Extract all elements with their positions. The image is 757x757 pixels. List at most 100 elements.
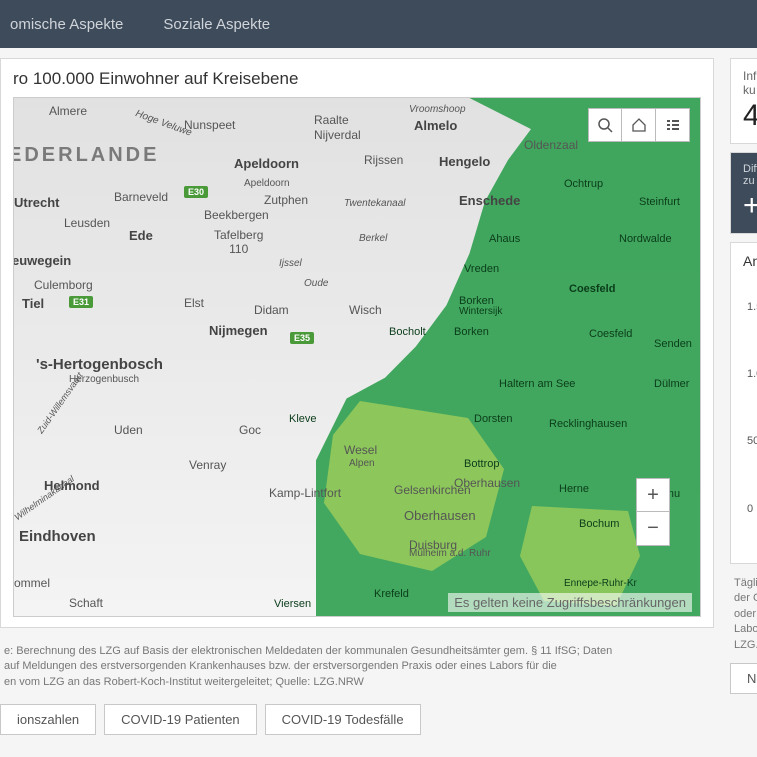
stat-infected-value: 43.0 xyxy=(743,99,757,133)
label-hengelo: Hengelo xyxy=(439,154,490,169)
label-culemborg: Culemborg xyxy=(34,278,93,292)
map-container[interactable]: EDERLANDE Almere Nunspeet Raalte Nijverd… xyxy=(13,97,701,617)
label-vreden: Vreden xyxy=(464,263,499,275)
label-kleve: Kleve xyxy=(289,413,317,425)
label-apeldoorn: Apeldoorn xyxy=(234,156,299,171)
chart-panel: Anzahl d II 1.500 1.000 500 0 Mä xyxy=(730,242,757,564)
nav-item-social[interactable]: Soziale Aspekte xyxy=(163,16,270,33)
road-e30: E30 xyxy=(184,186,208,198)
label-mulheim: Mülheim a.d. Ruhr xyxy=(409,548,491,559)
label-berkel: Berkel xyxy=(359,233,387,244)
label-vroomshoop: Vroomshoop xyxy=(409,104,466,115)
label-raalte: Raalte xyxy=(314,113,349,127)
right-footnote: Tägliche Aktual der Gesundheit oder eine… xyxy=(730,572,757,657)
label-leusden: Leusden xyxy=(64,216,110,230)
ytick-500: 500 xyxy=(747,435,757,447)
label-didam: Didam xyxy=(254,303,289,317)
label-tiel: Tiel xyxy=(22,296,44,311)
country-label: EDERLANDE xyxy=(13,144,159,167)
label-bocholt: Bocholt xyxy=(389,326,426,338)
legend-icon[interactable] xyxy=(656,108,690,142)
label-rijssen: Rijssen xyxy=(364,153,403,167)
label-bottrop: Bottrop xyxy=(464,458,499,470)
zoom-controls: + − xyxy=(636,478,670,546)
label-apeldoorn2: Apeldoorn xyxy=(244,178,290,189)
label-schaft: Schaft xyxy=(69,596,103,610)
stat-diff-value: +14 xyxy=(743,189,757,223)
nav-bar: omische Aspekte Soziale Aspekte xyxy=(0,0,757,48)
ytick-1000: 1.000 xyxy=(747,368,757,380)
road-e31: E31 xyxy=(69,296,93,308)
tab-patients[interactable]: COVID-19 Patienten xyxy=(104,704,257,735)
label-almelo: Almelo xyxy=(414,118,457,133)
label-ijssel: Ijssel xyxy=(279,258,302,269)
label-euwegein: euwegein xyxy=(13,253,71,268)
label-alpen: Alpen xyxy=(349,458,375,469)
ytick-0: 0 xyxy=(747,503,753,515)
stat-diff-label: Differenz zu xyxy=(743,163,757,187)
label-borken2: Borken xyxy=(454,326,489,338)
label-viersen: Viersen xyxy=(274,598,311,610)
label-uden: Uden xyxy=(114,423,143,437)
label-recklinghausen: Recklinghausen xyxy=(549,418,627,430)
label-hertogenbosch: 's-Hertogenbosch xyxy=(36,356,163,373)
label-zutphen: Zutphen xyxy=(264,193,308,207)
label-wintersijk: Wintersijk xyxy=(459,306,502,317)
footnote-line3: en vom LZG an das Robert-Koch-Institut w… xyxy=(4,676,364,688)
stat-infected: Infizierte ku 43.0 xyxy=(730,58,757,144)
search-icon[interactable] xyxy=(588,108,622,142)
tab-row-right: Neuinfe xyxy=(730,657,757,700)
stat-infected-label: Infizierte ku xyxy=(743,69,757,97)
map-title: ro 100.000 Einwohner auf Kreisebene xyxy=(13,69,701,89)
label-venray: Venray xyxy=(189,458,226,472)
label-steinfurt: Steinfurt xyxy=(639,196,680,208)
label-ochtrup: Ochtrup xyxy=(564,178,603,190)
stat-diff: Differenz zu +14 xyxy=(730,152,757,234)
content: ro 100.000 Einwohner auf Kreisebene EDER… xyxy=(0,48,757,741)
label-herne: Herne xyxy=(559,483,589,495)
label-enschede: Enschede xyxy=(459,193,520,208)
label-oberhausen: Oberhausen xyxy=(404,508,476,523)
label-oldenzaal: Oldenzaal xyxy=(524,138,578,152)
label-coesfeld: Coesfeld xyxy=(569,283,615,295)
tab-infections[interactable]: ionszahlen xyxy=(0,704,96,735)
tab-row-left: ionszahlen COVID-19 Patienten COVID-19 T… xyxy=(0,698,714,741)
footnote-line2: auf Meldungen des erstversorgenden Krank… xyxy=(4,660,557,672)
map-panel: ro 100.000 Einwohner auf Kreisebene EDER… xyxy=(0,58,714,628)
label-dorsten: Dorsten xyxy=(474,413,513,425)
label-goc: Goc xyxy=(239,423,261,437)
road-e35: E35 xyxy=(290,332,314,344)
zoom-in-button[interactable]: + xyxy=(636,478,670,512)
label-utrecht: Utrecht xyxy=(14,195,60,210)
label-haltern: Haltern am See xyxy=(499,378,575,390)
zoom-out-button[interactable]: − xyxy=(636,512,670,546)
label-kamplintfort: Kamp-Lintfort xyxy=(269,486,341,500)
map-toolbar xyxy=(588,108,690,142)
left-column: ro 100.000 Einwohner auf Kreisebene EDER… xyxy=(0,58,714,741)
label-oude: Oude xyxy=(304,278,328,289)
label-almere: Almere xyxy=(49,104,87,118)
tab-deaths[interactable]: COVID-19 Todesfälle xyxy=(265,704,421,735)
label-senden: Senden xyxy=(654,338,692,350)
label-krefeld: Krefeld xyxy=(374,588,409,600)
home-icon[interactable] xyxy=(622,108,656,142)
footnote-line1: e: Berechnung des LZG auf Basis der elek… xyxy=(4,645,612,657)
label-coesfeld2: Coesfeld xyxy=(589,328,632,340)
label-ahaus: Ahaus xyxy=(489,233,520,245)
chart-area: II 1.500 1.000 500 0 Mä xyxy=(743,273,757,553)
label-elst: Elst xyxy=(184,296,204,310)
label-wesel: Wesel xyxy=(344,443,377,457)
tab-newinfections[interactable]: Neuinfe xyxy=(730,663,757,694)
map-attribution: Es gelten keine Zugriffsbeschränkungen xyxy=(448,593,692,612)
label-tafelberg: Tafelberg 110 xyxy=(214,228,263,256)
right-footnote-text: Tägliche Aktual der Gesundheit oder eine… xyxy=(734,577,757,651)
label-ede: Ede xyxy=(129,228,153,243)
label-nijverdal: Nijverdal xyxy=(314,128,361,142)
nav-item-economic[interactable]: omische Aspekte xyxy=(10,16,123,33)
ytick-1500: 1.500 xyxy=(747,301,757,313)
chart-title: Anzahl d xyxy=(743,253,757,269)
label-oberhausen2: Oberhausen xyxy=(454,476,520,490)
label-bochum: Bochum xyxy=(579,518,619,530)
label-eindhoven: Eindhoven xyxy=(19,528,96,545)
label-twentekanaal: Twentekanaal xyxy=(344,198,406,209)
